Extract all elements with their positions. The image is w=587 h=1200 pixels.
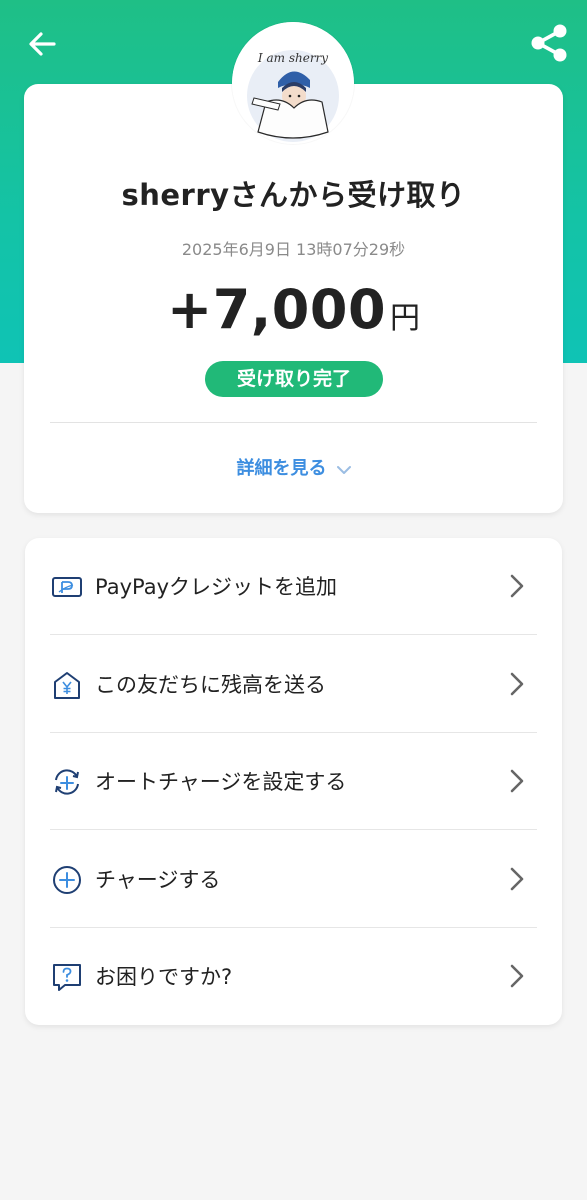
view-details-label: 詳細を見る <box>236 458 327 479</box>
chevron-right-icon <box>510 574 524 598</box>
amount-currency: 円 <box>390 301 421 336</box>
divider <box>50 829 537 830</box>
menu-item-help[interactable]: お困りですか? <box>25 928 562 1025</box>
menu-item-label: PayPayクレジットを追加 <box>95 575 338 599</box>
status-badge: 受け取り完了 <box>205 361 383 397</box>
avatar-caption: I am sherry <box>257 51 328 65</box>
divider <box>50 634 537 635</box>
menu-item-label: オートチャージを設定する <box>95 770 347 794</box>
share-button[interactable] <box>526 22 572 64</box>
receipt-title: sherryさんから受け取り <box>121 178 466 212</box>
charge-plus-icon <box>53 866 81 894</box>
avatar[interactable]: I am sherry <box>232 22 354 144</box>
menu-item-auto-charge[interactable]: オートチャージを設定する <box>25 733 562 830</box>
amount-value: +7,000 <box>166 278 387 341</box>
chevron-down-icon <box>336 459 351 480</box>
view-details-link[interactable]: 詳細を見る <box>0 454 587 480</box>
credit-card-icon <box>52 577 82 597</box>
chevron-right-icon <box>510 867 524 891</box>
menu-item-add-credit[interactable]: PayPayクレジットを追加 <box>25 538 562 635</box>
auto-charge-icon <box>55 769 79 795</box>
chevron-right-icon <box>510 769 524 793</box>
chevron-right-icon <box>510 964 524 988</box>
chevron-right-icon <box>510 672 524 696</box>
arrow-left-icon <box>29 32 56 56</box>
help-icon <box>53 964 81 991</box>
avatar-illustration: I am sherry <box>232 22 354 144</box>
menu-item-label: お困りですか? <box>95 965 233 989</box>
back-button[interactable] <box>22 24 62 64</box>
amount-row: +7,000 円 <box>0 278 587 341</box>
menu-item-label: この友だちに残高を送る <box>95 673 326 697</box>
share-icon <box>531 24 567 62</box>
send-yen-icon <box>54 672 80 699</box>
menu-item-label: チャージする <box>95 868 221 892</box>
menu-item-send-balance[interactable]: この友だちに残高を送る <box>25 636 562 733</box>
receipt-datetime: 2025年6月9日 13時07分29秒 <box>181 240 406 259</box>
divider <box>50 422 537 423</box>
menu-item-charge[interactable]: チャージする <box>25 831 562 928</box>
